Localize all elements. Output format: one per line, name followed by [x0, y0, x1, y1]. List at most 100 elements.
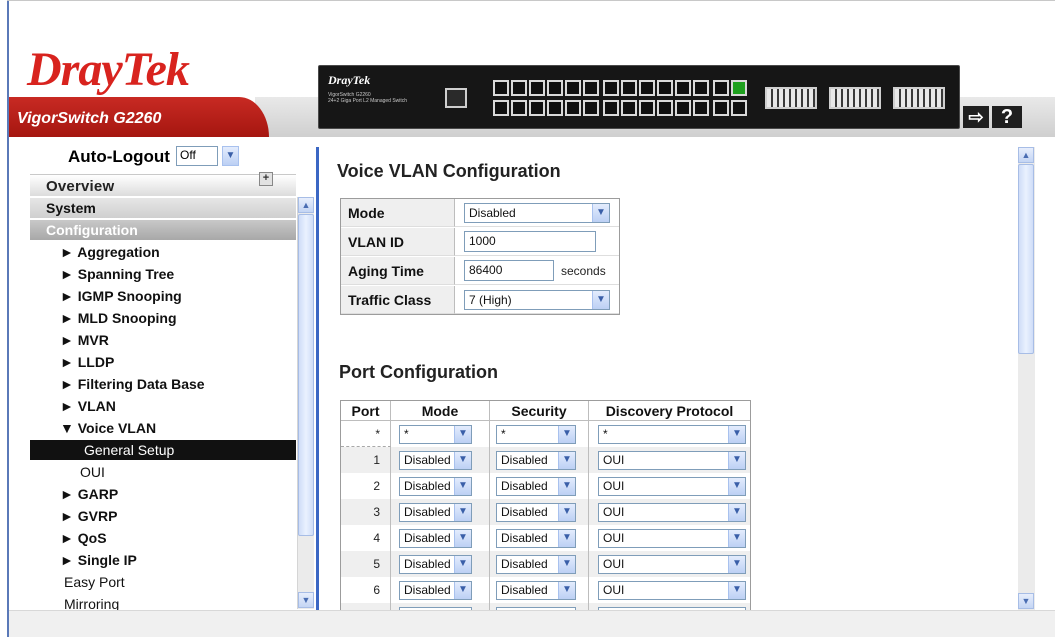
- sidebar-item-easy-port[interactable]: Easy Port: [30, 572, 296, 592]
- content-scrollbar[interactable]: ▲ ▼: [1018, 147, 1035, 610]
- sidebar-scrollbar[interactable]: ▲ ▼: [297, 197, 314, 609]
- sidebar-item-aggregation[interactable]: ► Aggregation: [30, 242, 296, 262]
- port-group-2[interactable]: [603, 80, 709, 116]
- port-mode-select[interactable]: Disabled ▼: [399, 529, 472, 548]
- port-icon[interactable]: [639, 100, 655, 116]
- sidebar-item-mld-snooping[interactable]: ► MLD Snooping: [30, 308, 296, 328]
- expand-plus-icon[interactable]: +: [259, 172, 273, 186]
- port-security-select[interactable]: Disabled ▼: [496, 451, 576, 470]
- sidebar-item-filtering-data-base[interactable]: ► Filtering Data Base: [30, 374, 296, 394]
- port-icon[interactable]: [621, 80, 637, 96]
- port-icon[interactable]: [529, 80, 545, 96]
- sidebar-item-igmp-snooping[interactable]: ► IGMP Snooping: [30, 286, 296, 306]
- sidebar-item-spanning-tree[interactable]: ► Spanning Tree: [30, 264, 296, 284]
- port-icon[interactable]: [493, 100, 509, 116]
- column-header-mode: Mode: [391, 401, 490, 421]
- port-mode-select[interactable]: Disabled ▼: [399, 451, 472, 470]
- scroll-up-icon[interactable]: ▲: [298, 197, 314, 213]
- sidebar-item-mvr[interactable]: ► MVR: [30, 330, 296, 350]
- sfp-port-icon[interactable]: [893, 87, 945, 109]
- port-icon[interactable]: [565, 100, 581, 116]
- sidebar-item-voice-vlan[interactable]: ▼ Voice VLAN: [30, 418, 296, 438]
- sidebar-item-general-setup[interactable]: General Setup: [30, 440, 296, 460]
- port-discovery-select[interactable]: OUI ▼: [598, 581, 746, 600]
- port-icon[interactable]: [657, 80, 673, 96]
- port-icon[interactable]: [583, 100, 599, 116]
- port-icon[interactable]: [693, 100, 709, 116]
- sfp-port-group[interactable]: [765, 87, 945, 109]
- port-group-3[interactable]: [713, 80, 747, 116]
- port-discovery-select[interactable]: OUI ▼: [598, 555, 746, 574]
- port-icon[interactable]: [583, 80, 599, 96]
- port-discovery-select[interactable]: * ▼: [598, 425, 746, 444]
- port-icon[interactable]: [493, 80, 509, 96]
- sidebar-item-oui[interactable]: OUI: [30, 462, 296, 482]
- port-icon[interactable]: [547, 100, 563, 116]
- port-icon[interactable]: [657, 100, 673, 116]
- port-discovery-select[interactable]: OUI ▼: [598, 529, 746, 548]
- port-icon[interactable]: [603, 100, 619, 116]
- sfp-port-icon[interactable]: [829, 87, 881, 109]
- mode-value: Disabled: [469, 206, 516, 220]
- discovery-cell: * ▼: [589, 421, 750, 447]
- port-mode-select[interactable]: * ▼: [399, 425, 472, 444]
- port-mode-select[interactable]: Disabled ▼: [399, 581, 472, 600]
- port-discovery-select[interactable]: OUI ▼: [598, 503, 746, 522]
- sidebar-item-single-ip[interactable]: ► Single IP: [30, 550, 296, 570]
- sidebar-item-system[interactable]: System: [30, 198, 296, 218]
- port-discovery-select[interactable]: OUI ▼: [598, 451, 746, 470]
- select-value: Disabled: [404, 505, 451, 519]
- port-icon[interactable]: [675, 100, 691, 116]
- port-icon[interactable]: [511, 80, 527, 96]
- port-mode-select[interactable]: Disabled ▼: [399, 503, 472, 522]
- port-active-icon[interactable]: [731, 80, 747, 96]
- mode-cell: * ▼: [391, 421, 490, 447]
- scroll-up-icon[interactable]: ▲: [1018, 147, 1034, 163]
- port-security-select[interactable]: Disabled ▼: [496, 503, 576, 522]
- port-icon[interactable]: [565, 80, 581, 96]
- port-mode-select[interactable]: Disabled ▼: [399, 555, 472, 574]
- port-icon[interactable]: [713, 100, 729, 116]
- port-icon[interactable]: [511, 100, 527, 116]
- scroll-down-icon[interactable]: ▼: [298, 592, 314, 608]
- port-icon[interactable]: [547, 80, 563, 96]
- port-icon[interactable]: [603, 80, 619, 96]
- sidebar-item-mirroring[interactable]: Mirroring: [30, 594, 296, 610]
- autologout-value: Off: [180, 148, 196, 162]
- port-icon[interactable]: [621, 100, 637, 116]
- port-icon[interactable]: [639, 80, 655, 96]
- help-button[interactable]: ?: [992, 106, 1022, 128]
- sfp-port-icon[interactable]: [765, 87, 817, 109]
- port-security-select[interactable]: Disabled ▼: [496, 555, 576, 574]
- vlan-id-input[interactable]: 1000: [464, 231, 596, 252]
- port-security-select[interactable]: Disabled ▼: [496, 529, 576, 548]
- chevron-down-icon[interactable]: ▼: [222, 146, 239, 166]
- sidebar-item-garp[interactable]: ► GARP: [30, 484, 296, 504]
- scroll-down-icon[interactable]: ▼: [1018, 593, 1034, 609]
- port-security-select[interactable]: Disabled ▼: [496, 581, 576, 600]
- port-icon[interactable]: [693, 80, 709, 96]
- port-mode-select[interactable]: Disabled ▼: [399, 477, 472, 496]
- traffic-class-select[interactable]: 7 (High) ▼: [464, 290, 610, 310]
- scroll-thumb[interactable]: [298, 214, 314, 536]
- port-icon[interactable]: [731, 100, 747, 116]
- port-icon[interactable]: [713, 80, 729, 96]
- sidebar-item-qos[interactable]: ► QoS: [30, 528, 296, 548]
- port-icon[interactable]: [675, 80, 691, 96]
- mode-select[interactable]: Disabled ▼: [464, 203, 610, 223]
- port-security-select[interactable]: Disabled ▼: [496, 477, 576, 496]
- port-discovery-select[interactable]: OUI ▼: [598, 477, 746, 496]
- overview-header[interactable]: Overview: [30, 174, 296, 196]
- autologout-select[interactable]: Off: [176, 146, 218, 166]
- logout-button[interactable]: ⇨: [963, 106, 989, 128]
- aging-time-input[interactable]: 86400: [464, 260, 554, 281]
- frame-divider[interactable]: [316, 147, 319, 610]
- sidebar-item-configuration[interactable]: Configuration: [30, 220, 296, 240]
- port-icon[interactable]: [529, 100, 545, 116]
- sidebar-item-lldp[interactable]: ► LLDP: [30, 352, 296, 372]
- port-group-1[interactable]: [493, 80, 599, 116]
- port-security-select[interactable]: * ▼: [496, 425, 576, 444]
- sidebar-item-gvrp[interactable]: ► GVRP: [30, 506, 296, 526]
- scroll-thumb[interactable]: [1018, 164, 1034, 354]
- sidebar-item-vlan[interactable]: ► VLAN: [30, 396, 296, 416]
